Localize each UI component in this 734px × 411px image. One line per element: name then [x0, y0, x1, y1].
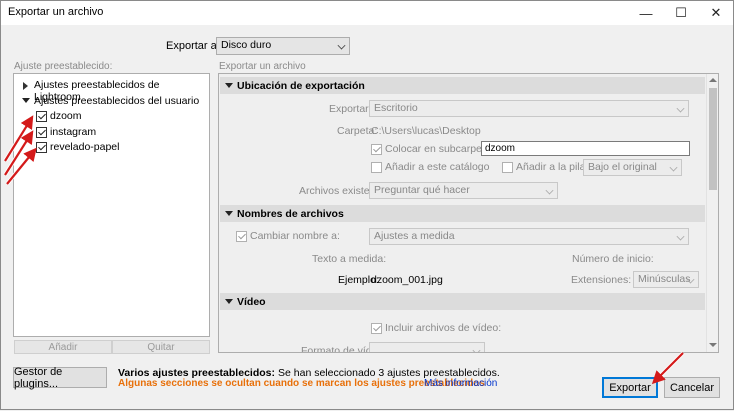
annotation-arrows [3, 115, 685, 385]
arrow-lines [4, 115, 684, 385]
export-dialog: Exportar un archivo — ☐ ✕ Exportar a: Di… [0, 0, 734, 410]
arrow-outline [3, 117, 685, 383]
arrow-to-export-button [651, 352, 684, 385]
